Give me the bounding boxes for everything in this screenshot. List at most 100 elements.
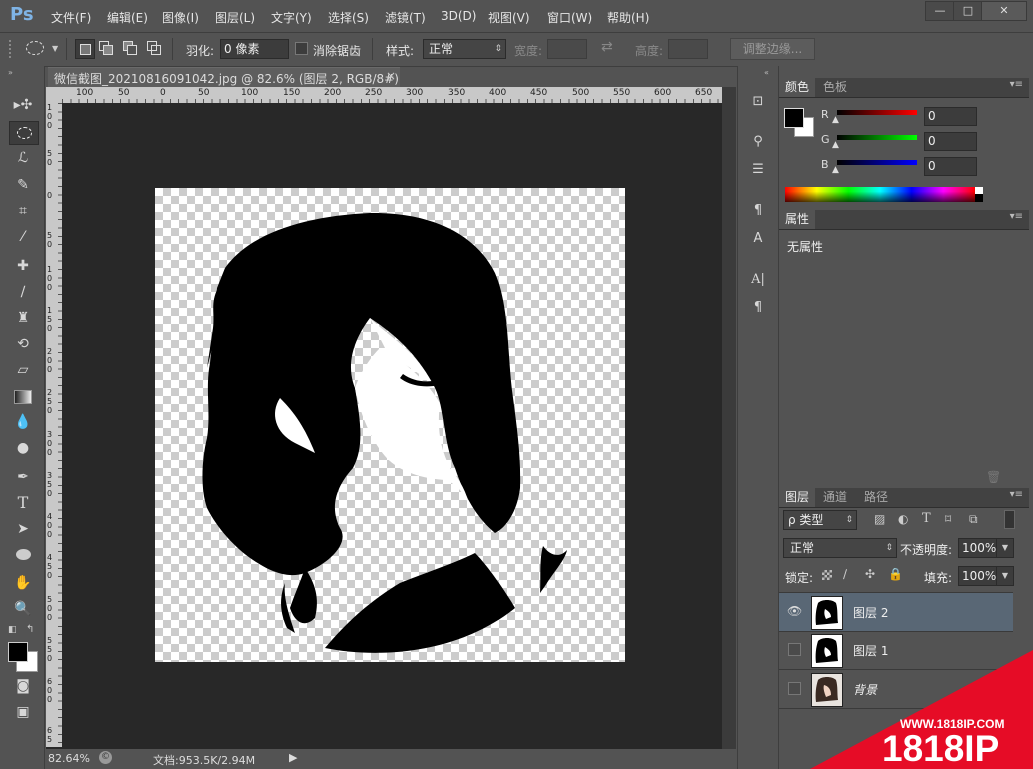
trash-icon[interactable]: 🗑 — [986, 470, 1001, 484]
green-value-input[interactable]: 0 — [924, 132, 977, 151]
minimize-button[interactable]: — — [925, 1, 955, 21]
menu-select[interactable]: 选择(S) — [328, 9, 369, 26]
pen-tool-icon[interactable]: ✒ — [13, 468, 33, 486]
move-tool-icon[interactable]: ▸✣ — [13, 96, 33, 114]
menu-view[interactable]: 视图(V) — [488, 9, 530, 26]
lock-all-icon[interactable]: 🔒 — [888, 567, 903, 581]
gradient-tool-icon[interactable] — [13, 388, 33, 406]
red-slider[interactable] — [837, 110, 917, 115]
lock-position-icon[interactable]: ✣ — [865, 567, 875, 581]
menu-filter[interactable]: 滤镜(T) — [385, 9, 426, 26]
crop-tool-icon[interactable]: ⌗ — [13, 202, 33, 220]
brush-presets-icon[interactable]: ⚲ — [748, 134, 768, 152]
character-styles-icon[interactable]: ¶ — [748, 203, 768, 221]
slider-thumb-icon[interactable]: ▲ — [832, 115, 839, 125]
layer-row[interactable]: 👁 图层 2 — [779, 592, 1013, 632]
tab-channels[interactable]: 通道 — [817, 488, 853, 507]
intersect-selection-icon[interactable] — [147, 41, 161, 55]
slider-thumb-icon[interactable]: ▲ — [832, 140, 839, 150]
foreground-color-swatch[interactable] — [8, 642, 28, 662]
menu-image[interactable]: 图像(I) — [162, 9, 199, 26]
elliptical-marquee-icon[interactable] — [26, 41, 44, 55]
menu-file[interactable]: 文件(F) — [51, 9, 91, 26]
type-tool-icon[interactable]: T — [13, 494, 33, 512]
blue-slider[interactable] — [837, 160, 917, 165]
character-panel-icon[interactable]: A| — [748, 272, 768, 290]
opacity-input[interactable]: 100% — [958, 538, 999, 558]
layer-name[interactable]: 背景 — [853, 681, 877, 698]
opacity-dropdown-icon[interactable]: ▼ — [996, 538, 1014, 558]
swap-colors-icon[interactable]: ↰ — [26, 624, 34, 635]
hand-tool-icon[interactable]: ✋ — [13, 574, 33, 592]
paragraph-styles-icon[interactable]: A — [748, 231, 768, 249]
blur-tool-icon[interactable]: 💧 — [13, 413, 33, 431]
play-arrow-icon[interactable]: ▶ — [289, 751, 297, 764]
tab-color[interactable]: 颜色 — [779, 78, 816, 97]
lock-transparent-icon[interactable] — [822, 570, 832, 580]
slider-thumb-icon[interactable]: ▲ — [832, 165, 839, 175]
new-selection-button[interactable] — [75, 39, 95, 59]
tab-swatches[interactable]: 色板 — [817, 78, 853, 97]
black-swatch[interactable] — [975, 194, 983, 202]
add-selection-icon[interactable] — [99, 41, 113, 55]
chevron-down-icon[interactable]: ▼ — [52, 44, 58, 53]
vertical-scrollbar[interactable] — [722, 87, 736, 749]
tab-properties[interactable]: 属性 — [779, 210, 816, 229]
green-slider[interactable] — [837, 135, 917, 140]
lasso-tool-icon[interactable]: ℒ — [13, 149, 33, 167]
brush-tool-icon[interactable]: ∕ — [13, 283, 33, 301]
adjustments-panel-icon[interactable]: ☰ — [748, 162, 768, 180]
collapse-icon[interactable]: « — [764, 68, 769, 77]
close-tab-icon[interactable]: × — [386, 69, 396, 83]
fill-dropdown-icon[interactable]: ▼ — [996, 566, 1014, 586]
style-select[interactable]: 正常 ⇕ — [423, 39, 506, 59]
panel-menu-icon[interactable]: ▾≡ — [1010, 211, 1023, 222]
path-selection-tool-icon[interactable]: ➤ — [13, 520, 33, 538]
white-swatch[interactable] — [975, 187, 983, 194]
blend-mode-select[interactable]: 正常 ⇕ — [783, 538, 897, 558]
dodge-tool-icon[interactable]: ● — [13, 439, 33, 457]
foreground-color-swatch[interactable] — [784, 108, 804, 128]
tab-paths[interactable]: 路径 — [858, 488, 894, 507]
close-button[interactable]: ✕ — [981, 1, 1027, 21]
menu-3d[interactable]: 3D(D) — [441, 9, 476, 23]
collapse-icon[interactable]: » — [8, 68, 13, 77]
blue-value-input[interactable]: 0 — [924, 157, 977, 176]
filter-pixel-icon[interactable]: ▨ — [874, 512, 885, 526]
panel-menu-icon[interactable]: ▾≡ — [1010, 79, 1023, 90]
filter-type-icon[interactable]: T — [922, 511, 931, 526]
menu-window[interactable]: 窗口(W) — [547, 9, 592, 26]
maximize-button[interactable]: □ — [953, 1, 983, 21]
image-canvas[interactable] — [155, 188, 625, 662]
history-panel-icon[interactable]: ⊡ — [748, 94, 768, 112]
layer-filter-select[interactable]: ρ 类型 ⇕ — [783, 510, 857, 530]
eye-icon[interactable]: 👁 — [787, 604, 802, 618]
visibility-toggle[interactable] — [788, 643, 801, 656]
panel-menu-icon[interactable]: ▾≡ — [1010, 489, 1023, 500]
eyedropper-tool-icon[interactable]: ⁄ — [13, 228, 33, 246]
filter-adjustment-icon[interactable]: ◐ — [898, 512, 908, 526]
swap-icon[interactable]: ⇄ — [601, 39, 613, 55]
subtract-selection-icon[interactable] — [123, 41, 137, 55]
quick-mask-icon[interactable]: ◙ — [13, 677, 33, 695]
tab-layers[interactable]: 图层 — [779, 488, 816, 507]
zoom-tool-icon[interactable]: 🔍 — [13, 600, 33, 618]
eraser-tool-icon[interactable]: ▱ — [13, 361, 33, 379]
history-brush-tool-icon[interactable]: ⟲ — [13, 335, 33, 353]
quick-selection-tool-icon[interactable]: ✎ — [13, 176, 33, 194]
width-input[interactable] — [547, 39, 587, 59]
layer-name[interactable]: 图层 2 — [853, 604, 888, 621]
layer-name[interactable]: 图层 1 — [853, 642, 888, 659]
menu-help[interactable]: 帮助(H) — [607, 9, 649, 26]
fill-input[interactable]: 100% — [958, 566, 999, 586]
feather-input[interactable]: 0 像素 — [220, 39, 289, 59]
filter-smart-object-icon[interactable]: ⧉ — [969, 512, 978, 527]
color-spectrum-bar[interactable] — [785, 187, 975, 202]
filter-shape-icon[interactable]: ⌑ — [945, 512, 951, 526]
red-value-input[interactable]: 0 — [924, 107, 977, 126]
height-input[interactable] — [668, 39, 708, 59]
layer-row[interactable]: 图层 1 — [779, 631, 1013, 670]
menu-type[interactable]: 文字(Y) — [271, 9, 312, 26]
antialias-checkbox[interactable] — [295, 42, 308, 55]
filter-toggle-switch[interactable] — [1004, 510, 1015, 529]
